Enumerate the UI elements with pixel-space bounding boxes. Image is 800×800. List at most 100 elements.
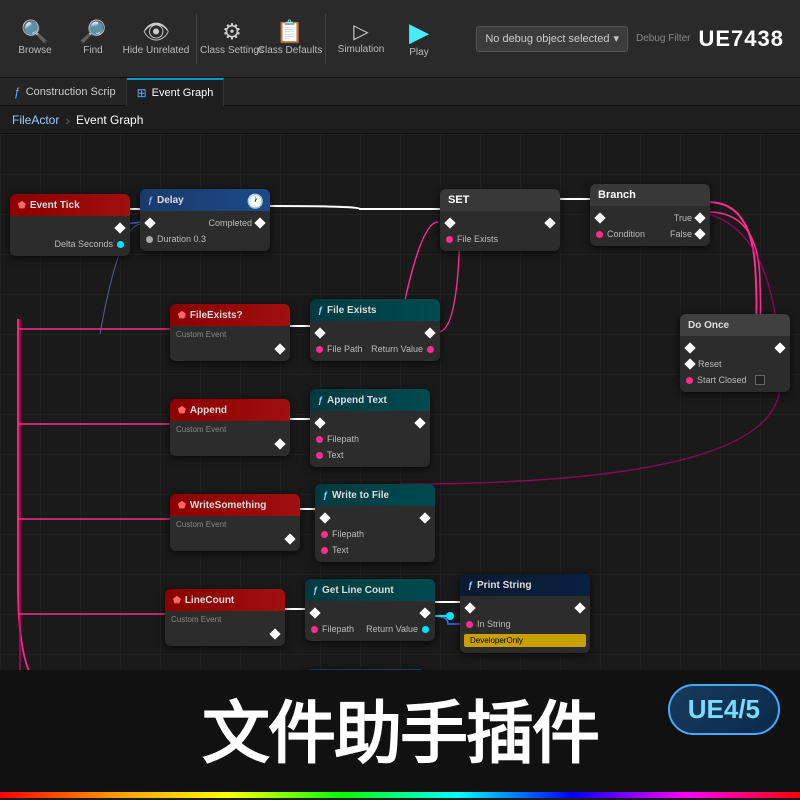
event-tick-body: Delta Seconds [10,216,130,256]
find-label: Find [83,45,102,56]
event-tick-exec-out [10,220,130,236]
write-exec-in [319,512,330,523]
set-header: SET [440,189,560,211]
append-event-header: ⬟ Append [170,399,290,421]
play-button[interactable]: ▶ Play [392,15,446,62]
tab-bar: ƒ Construction Scrip ⊞ Event Graph [0,78,800,106]
tab-event-graph[interactable]: ⊞ Event Graph [127,78,225,106]
getlinecount-exec-in [309,607,320,618]
class-settings-button[interactable]: ⚙ Class Settings [205,17,259,60]
delay-duration-pin [146,236,153,243]
write-event-title: WriteSomething [190,500,266,511]
node-linecount-event[interactable]: ⬟ LineCount Custom Event [165,589,285,646]
node-get-line-count[interactable]: ƒ Get Line Count Filepath Return Value [305,579,435,641]
toolbar: 🔍 Browse 🔎 Find 👁 Hide Unrelated ⚙ Class… [0,0,800,78]
append-filepath-row: Filepath [310,431,430,447]
delay-completed-pin [254,217,265,228]
linecount-event-title: LineCount [185,595,234,606]
branch-condition-row: Condition False [590,226,710,242]
event-tick-header: ⬟ Event Tick [10,194,130,216]
do-once-exec-in [684,342,695,353]
do-once-header: Do Once [680,314,790,336]
getlinecount-title: Get Line Count [322,585,394,596]
debug-filter-dropdown[interactable]: No debug object selected ▾ [476,26,628,52]
do-once-exec-row [680,340,790,356]
getlinecount-exec-out [419,607,430,618]
tab-construction-script[interactable]: ƒ Construction Scrip [4,78,127,106]
breadcrumb-fileactor[interactable]: FileActor [12,113,59,127]
do-once-exec-out [774,342,785,353]
breadcrumb-separator: › [65,112,70,128]
node-branch[interactable]: Branch True Condition False [590,184,710,246]
hide-unrelated-button[interactable]: 👁 Hide Unrelated [124,17,188,60]
write-text-pin [321,547,328,554]
linecount-event-subtitle: Custom Event [165,615,285,626]
node-file-exists-func[interactable]: ƒ File Exists File Path Return Value [310,299,440,361]
set-title: SET [448,194,469,206]
append-text-row: Text [310,447,430,463]
node-append-event[interactable]: ⬟ Append Custom Event [170,399,290,456]
write-event-subtitle: Custom Event [170,520,300,531]
getlinecount-filepath-pin [311,626,318,633]
print-string-body: In String DeveloperOnly [460,596,590,653]
write-file-body: Filepath Text [315,506,435,562]
do-once-body: Reset Start Closed [680,336,790,392]
print-instring-row: In String [460,616,590,632]
find-icon: 🔎 [79,21,106,43]
append-filepath-pin [316,436,323,443]
delay-duration-row: Duration 0.3 [140,231,270,247]
node-write-event[interactable]: ⬟ WriteSomething Custom Event [170,494,300,551]
append-text-title: Append Text [327,395,387,406]
file-exists-event-exec-pin [274,343,285,354]
append-event-body: Custom Event [170,421,290,456]
class-defaults-button[interactable]: 📋 Class Defaults [263,17,317,60]
node-delay[interactable]: ƒ Delay Completed Duration 0.3 🕐 [140,189,270,251]
class-settings-label: Class Settings [200,45,264,56]
event-tick-exec-pin [114,222,125,233]
append-exec-row [310,415,430,431]
delta-seconds-pin [117,241,124,248]
node-print-string[interactable]: ƒ Print String In String DeveloperOnly [460,574,590,653]
node-append-text[interactable]: ƒ Append Text Filepath Text [310,389,430,467]
node-do-once[interactable]: Do Once Reset Start Closed [680,314,790,392]
simulation-button[interactable]: ▷ Simulation [334,18,388,59]
find-button[interactable]: 🔎 Find [66,17,120,60]
write-event-exec-pin [284,533,295,544]
linecount-event-exec-pin [269,628,280,639]
node-file-exists-event[interactable]: ⬟ FileExists? Custom Event [170,304,290,361]
delay-exec-in-pin [144,217,155,228]
graph-area[interactable]: ⬟ Event Tick Delta Seconds ƒ Delay Compl… [0,134,800,670]
print-instring-pin [466,621,473,628]
browse-button[interactable]: 🔍 Browse [8,17,62,60]
do-once-startclosed-pin [686,377,693,384]
do-once-title: Do Once [688,320,729,331]
branch-title: Branch [598,189,636,201]
branch-false-pin [694,228,705,239]
delay-exec-in: Completed [140,215,270,231]
append-text-body: Filepath Text [310,411,430,467]
write-file-title: Write to File [332,490,389,501]
node-write-file[interactable]: ƒ Write to File Filepath Text [315,484,435,562]
set-file-exists-row: File Exists [440,231,560,247]
write-filepath-pin [321,531,328,538]
node-set[interactable]: SET File Exists [440,189,560,251]
append-event-subtitle: Custom Event [170,425,290,436]
ue-badge: UE4/5 [668,684,780,735]
breadcrumb: FileActor › Event Graph [0,106,800,134]
chevron-down-icon: ▾ [613,32,619,45]
event-tick-delta-row: Delta Seconds [10,236,130,252]
do-once-checkbox[interactable] [755,375,765,385]
class-defaults-icon: 📋 [276,21,303,43]
branch-exec-row: True [590,210,710,226]
node-event-tick[interactable]: ⬟ Event Tick Delta Seconds [10,194,130,256]
getlinecount-filepath-row: Filepath Return Value [305,621,435,637]
file-exists-event-body: Custom Event [170,326,290,361]
file-exists-func-header: ƒ File Exists [310,299,440,321]
print-exec-row [460,600,590,616]
browse-icon: 🔍 [21,21,48,43]
branch-condition-pin [596,231,603,238]
debug-filter-text: Debug Filter [636,33,690,44]
developer-only-badge: DeveloperOnly [464,634,586,647]
write-exec-row [315,510,435,526]
print-string-title: Print String [477,580,531,591]
